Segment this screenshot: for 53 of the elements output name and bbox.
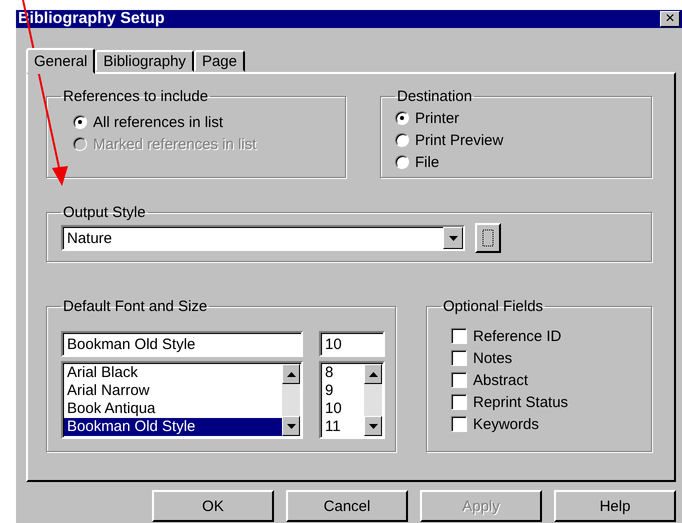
checkbox-label: Reprint Status — [473, 394, 568, 410]
down-arrow-icon — [368, 424, 378, 428]
group-title: Optional Fields — [442, 298, 544, 315]
radio-label: File — [415, 154, 440, 170]
style-dropdown[interactable]: Nature — [61, 225, 465, 251]
checkbox-label: Reference ID — [473, 328, 562, 344]
dotted-frame-icon — [482, 229, 494, 247]
checkbox-label: Notes — [473, 350, 512, 366]
radio-label: Printer — [415, 110, 460, 126]
down-arrow-icon — [448, 236, 458, 240]
group-title: Output Style — [62, 204, 147, 221]
close-button[interactable]: × — [660, 11, 680, 27]
radio-label: All references in list — [93, 114, 224, 130]
up-arrow-icon — [368, 372, 378, 376]
size-field[interactable]: 10 — [319, 331, 385, 357]
radio-label: Print Preview — [415, 132, 504, 148]
font-list[interactable]: Arial Black Arial Narrow Book Antiqua Bookman Old Style — [61, 361, 303, 439]
scrollbar[interactable] — [364, 364, 382, 436]
dialog-button[interactable]: Help — [554, 490, 676, 522]
font-field[interactable]: Bookman Old Style — [61, 331, 303, 357]
browse-button[interactable] — [475, 223, 501, 253]
down-arrow-icon — [286, 424, 296, 428]
list-item[interactable]: 10 — [322, 400, 364, 418]
checkbox[interactable] — [451, 394, 467, 410]
size-list[interactable]: 8 9 10 11 — [319, 361, 385, 439]
dialog-button[interactable]: OK — [152, 490, 274, 522]
list-item[interactable]: 8 — [322, 364, 364, 382]
radio-button[interactable] — [73, 115, 87, 129]
radio-label: Marked references in list — [93, 136, 256, 152]
checkbox[interactable] — [451, 372, 467, 388]
radio-button[interactable] — [395, 111, 409, 125]
checkbox[interactable] — [451, 350, 467, 366]
checkbox-label: Keywords — [473, 416, 539, 432]
checkbox[interactable] — [451, 416, 467, 432]
radio-button[interactable] — [395, 155, 409, 169]
group-title: Destination — [396, 88, 474, 105]
list-item[interactable]: Bookman Old Style — [64, 418, 282, 436]
list-item[interactable]: Arial Black — [64, 364, 282, 382]
tab[interactable]: General — [26, 48, 96, 74]
list-item[interactable]: 11 — [322, 418, 364, 436]
group-title: References to include — [62, 88, 210, 105]
tab[interactable]: Page — [194, 50, 245, 72]
radio-button[interactable] — [395, 133, 409, 147]
up-arrow-icon — [286, 372, 296, 376]
group-title: Default Font and Size — [62, 298, 208, 315]
list-item[interactable]: Book Antiqua — [64, 400, 282, 418]
dialog-button[interactable]: Cancel — [286, 490, 408, 522]
tab[interactable]: Bibliography — [95, 50, 194, 72]
scrollbar[interactable] — [282, 364, 300, 436]
list-item[interactable]: Arial Narrow — [64, 382, 282, 400]
checkbox-label: Abstract — [473, 372, 528, 388]
list-item[interactable]: 9 — [322, 382, 364, 400]
checkbox[interactable] — [451, 328, 467, 344]
